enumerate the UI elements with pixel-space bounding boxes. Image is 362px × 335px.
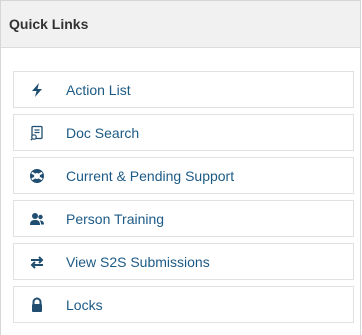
quick-link-label: Locks [66, 296, 103, 313]
quick-links-list: Action List Doc Search Current & Pending… [13, 71, 354, 329]
exchange-arrows-icon [29, 254, 45, 270]
bolt-icon [29, 82, 45, 98]
panel-header: Quick Links [1, 1, 360, 48]
quick-link-label: Current & Pending Support [66, 167, 235, 184]
users-icon [29, 211, 45, 227]
quick-link-view-s2s-submissions[interactable]: View S2S Submissions [13, 243, 354, 280]
quick-link-label: Action List [66, 81, 131, 98]
quick-links-panel: Quick Links Action List Doc Search Curre… [0, 0, 361, 335]
life-ring-icon [29, 168, 45, 184]
panel-title: Quick Links [9, 16, 89, 32]
quick-link-person-training[interactable]: Person Training [13, 200, 354, 237]
lock-icon [29, 297, 45, 313]
quick-link-action-list[interactable]: Action List [13, 71, 354, 108]
document-search-icon [29, 125, 45, 141]
quick-link-doc-search[interactable]: Doc Search [13, 114, 354, 151]
quick-link-locks[interactable]: Locks [13, 286, 354, 323]
quick-link-label: Doc Search [66, 124, 140, 141]
quick-link-label: View S2S Submissions [66, 253, 210, 270]
quick-link-label: Person Training [66, 210, 165, 227]
quick-link-current-pending-support[interactable]: Current & Pending Support [13, 157, 354, 194]
